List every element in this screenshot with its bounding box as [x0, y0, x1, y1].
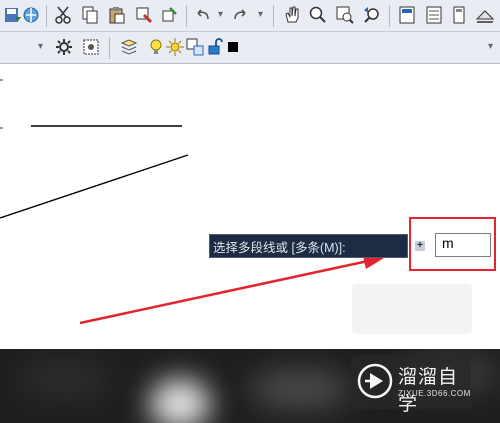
- redo-dropdown-icon[interactable]: ▾: [258, 9, 263, 20]
- zoom-previous-icon[interactable]: [361, 4, 383, 26]
- zoom-realtime-icon[interactable]: [307, 4, 329, 26]
- watermark: 溜溜自学 ZIXUE.3D66.COM: [351, 355, 471, 415]
- layer-freeze-icon[interactable]: [164, 36, 186, 58]
- dynamic-input-prompt: 选择多段线或 [多条(M)]: +: [209, 234, 425, 258]
- copy-icon[interactable]: [79, 4, 101, 26]
- prompt-text: 选择多段线或 [多条(M)]:: [213, 240, 346, 255]
- publish-icon[interactable]: [20, 4, 42, 26]
- highlight-rectangle: [409, 217, 496, 271]
- block-editor-icon[interactable]: [158, 4, 180, 26]
- workspace-settings-icon[interactable]: [53, 36, 75, 58]
- viewport-freeze-icon[interactable]: [184, 36, 206, 58]
- customize-icon[interactable]: [80, 36, 102, 58]
- standard-toolbar: ▾ ▾: [0, 0, 500, 32]
- workspace-dropdown-icon[interactable]: ▾: [38, 41, 43, 52]
- pan-icon[interactable]: [281, 4, 303, 26]
- match-properties-icon[interactable]: [133, 4, 155, 26]
- layer-dropdown-icon[interactable]: ▾: [488, 41, 493, 52]
- undo-dropdown-icon[interactable]: ▾: [218, 9, 223, 20]
- layer-manager-icon[interactable]: [118, 36, 140, 58]
- properties-icon[interactable]: [396, 4, 418, 26]
- design-center-icon[interactable]: [423, 4, 445, 26]
- brand-url: ZIXUE.3D66.COM: [398, 389, 471, 398]
- redo-icon[interactable]: [229, 4, 251, 26]
- undo-icon[interactable]: [192, 4, 214, 26]
- sheet-set-icon[interactable]: [474, 4, 496, 26]
- layer-color-swatch[interactable]: [222, 36, 244, 58]
- tool-palettes-icon[interactable]: [448, 4, 470, 26]
- zoom-window-icon[interactable]: [334, 4, 356, 26]
- blurred-canvas-patch: [352, 284, 472, 334]
- cut-icon[interactable]: [52, 4, 74, 26]
- brand-logo-icon: [357, 363, 393, 399]
- paste-icon[interactable]: [106, 4, 128, 26]
- layers-toolbar: ▾ 0 ▾: [0, 32, 500, 87]
